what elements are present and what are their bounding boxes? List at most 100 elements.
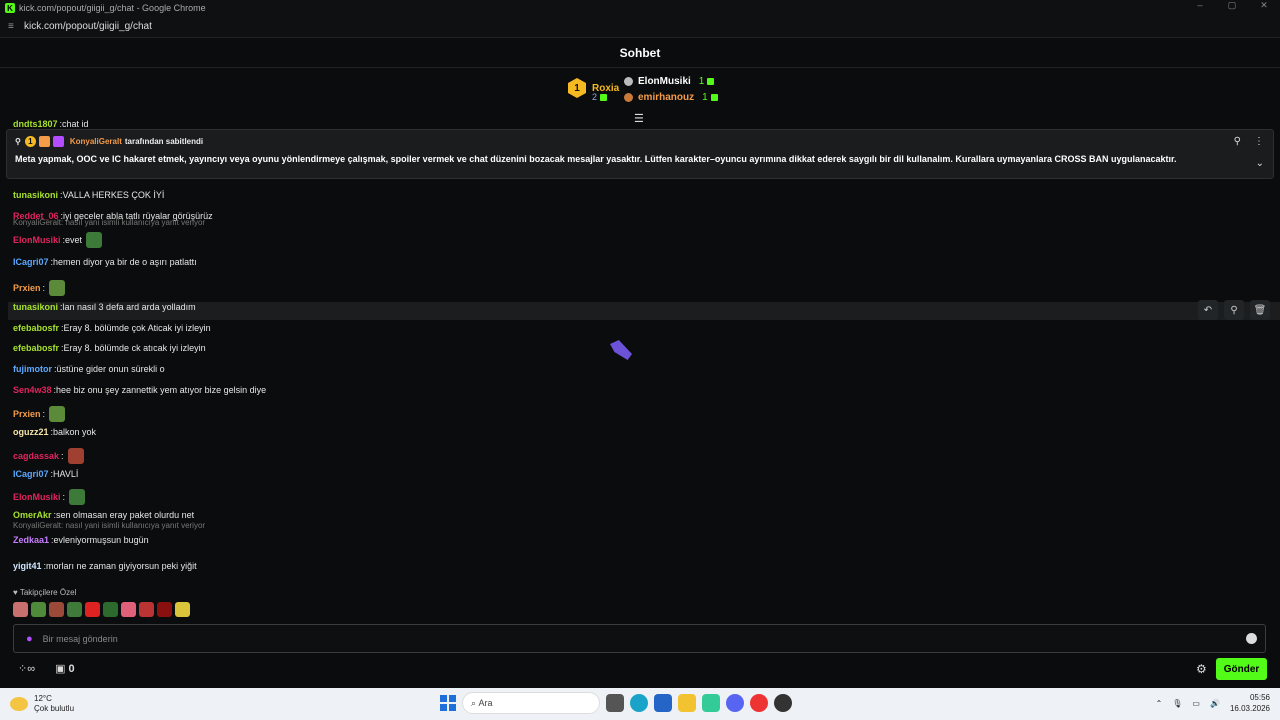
username[interactable]: tunasikoni <box>13 302 58 312</box>
chat-message: ICagri07: HAVLİ <box>13 469 79 479</box>
username[interactable]: Prxien <box>13 409 41 419</box>
username[interactable]: dndts1807 <box>13 119 58 129</box>
leader-second[interactable]: ElonMusiki 1 <box>624 76 715 87</box>
gear-icon[interactable]: ⚙ <box>1196 662 1207 676</box>
emote-icon[interactable] <box>13 602 28 617</box>
emote-icon[interactable] <box>49 280 66 296</box>
emote-icon[interactable] <box>67 602 82 617</box>
input-placeholder[interactable]: Bir mesaj gönderin <box>43 634 118 644</box>
leader-name[interactable]: emirhanouz <box>638 92 694 103</box>
message-text: hemen diyor ya bir de o aşırı patlattı <box>53 257 197 267</box>
gifter-badge-icon: 1 <box>24 136 36 147</box>
message-text: evet <box>65 235 83 245</box>
temperature: 12°C <box>34 694 52 703</box>
emote-icon[interactable] <box>69 489 86 505</box>
store-icon[interactable] <box>654 694 672 712</box>
username[interactable]: ICagri07 <box>13 469 49 479</box>
leader-count: 1 <box>698 76 705 87</box>
close-button[interactable]: ✕ <box>1248 0 1280 11</box>
emote-icon[interactable] <box>49 406 66 422</box>
weather-widget[interactable]: 12°C Çok bulutlu <box>10 694 74 714</box>
volume-icon[interactable]: 🔊 <box>1210 699 1220 708</box>
taskbar-search[interactable]: ⌕ Ara <box>462 692 600 714</box>
username[interactable]: Prxien <box>13 283 41 293</box>
system-tray: ⌃ 🎙 ▭ 🔊 05:56 16.03.2026 <box>1156 692 1270 714</box>
unpin-icon[interactable]: ⚲ <box>1234 136 1241 147</box>
delete-icon[interactable]: 🗑 <box>1250 300 1270 320</box>
emote-icon[interactable] <box>175 602 190 617</box>
chat-message: ElonMusiki: evet <box>13 232 103 248</box>
username[interactable]: fujimotor <box>13 364 52 374</box>
username[interactable]: efebabosfr <box>13 323 59 333</box>
leader-first[interactable]: 1 Roxia 2 <box>568 78 619 102</box>
minimize-button[interactable]: – <box>1184 0 1216 11</box>
app-icon[interactable] <box>702 694 720 712</box>
emote-icon[interactable] <box>85 602 100 617</box>
chevron-up-icon[interactable]: ⌃ <box>1156 699 1163 708</box>
username[interactable]: ElonMusiki <box>13 235 61 245</box>
emoji-icon[interactable] <box>1246 633 1257 644</box>
emote-icon[interactable] <box>49 602 64 617</box>
reply-context[interactable]: KonyaliGeralt: nasıl yani isimli kullanı… <box>13 521 205 530</box>
address-bar[interactable]: ≡ kick.com/popout/giigii_g/chat <box>0 16 1280 38</box>
emote-icon[interactable] <box>103 602 118 617</box>
mic-icon[interactable]: 🎙 <box>1172 699 1182 708</box>
reply-icon[interactable]: ↶ <box>1198 300 1218 320</box>
emote-icon[interactable] <box>67 448 84 464</box>
start-icon[interactable] <box>440 695 456 711</box>
store-count[interactable]: ▣ 0 <box>55 662 75 675</box>
username[interactable]: cagdassak <box>13 451 59 461</box>
username[interactable]: Zedkaa1 <box>13 535 49 545</box>
send-button[interactable]: Gönder <box>1216 658 1267 680</box>
leader-third[interactable]: emirhanouz 1 <box>624 92 718 103</box>
chrome-icon[interactable] <box>750 694 768 712</box>
username[interactable]: ICagri07 <box>13 257 49 267</box>
chat-message: Sen4w38: hee biz onu şey zannettik yem a… <box>13 385 267 395</box>
folder-icon[interactable] <box>678 694 696 712</box>
pin-icon[interactable]: ⚲ <box>1224 300 1244 320</box>
url-text[interactable]: kick.com/popout/giigii_g/chat <box>24 21 152 32</box>
chat-message: OmerAkr: sen olmasan eray paket olurdu n… <box>13 510 195 520</box>
discord-icon[interactable] <box>726 694 744 712</box>
pinned-message: ⚲ 1 KonyaliGeralt tarafından sabitlendi … <box>6 129 1274 179</box>
username[interactable]: yigit41 <box>13 561 42 571</box>
username[interactable]: Sen4w38 <box>13 385 52 395</box>
chevron-down-icon[interactable]: ⌄ <box>1256 158 1264 169</box>
maximize-button[interactable]: ▢ <box>1216 0 1248 11</box>
hover-highlight <box>8 302 1280 320</box>
window-titlebar: K kick.com/popout/giigii_g/chat - Google… <box>0 0 1280 16</box>
pinned-by[interactable]: KonyaliGeralt <box>70 137 122 146</box>
reply-context[interactable]: KonyaliGeralt: nasıl yani isimli kullanı… <box>13 218 205 227</box>
pinned-text: Meta yapmak, OOC ve IC hakaret etmek, ya… <box>15 154 1177 164</box>
chat-footer: ⁘∞ ▣ 0 ⚙ Gönder <box>0 657 1280 683</box>
chat-message: dndts1807: chat id <box>13 119 89 129</box>
wifi-icon[interactable]: ▭ <box>1192 699 1200 708</box>
emote-icon[interactable] <box>86 232 103 248</box>
message-text: Eray 8. bölümde ck atıcak iyi izleyin <box>63 343 206 353</box>
kicks-icon[interactable]: ⁘∞ <box>18 662 35 675</box>
chat-message: Prxien: <box>13 280 66 296</box>
emote-icon[interactable] <box>121 602 136 617</box>
mic-icon[interactable]: ● <box>26 633 33 645</box>
app-icon[interactable] <box>774 694 792 712</box>
username[interactable]: ElonMusiki <box>13 492 61 502</box>
emote-icon[interactable] <box>157 602 172 617</box>
task-view-icon[interactable] <box>606 694 624 712</box>
chat-message: tunasikoni: lan nasıl 3 defa ard arda yo… <box>13 302 196 312</box>
emote-icon[interactable] <box>139 602 154 617</box>
clock[interactable]: 05:56 16.03.2026 <box>1230 692 1270 714</box>
username[interactable]: efebabosfr <box>13 343 59 353</box>
message-input[interactable]: ● Bir mesaj gönderin <box>13 624 1266 653</box>
username[interactable]: tunasikoni <box>13 190 58 200</box>
chat-message: Prxien: <box>13 406 66 422</box>
leader-name[interactable]: ElonMusiki <box>638 76 691 87</box>
username[interactable]: oguzz21 <box>13 427 49 437</box>
window-title: kick.com/popout/giigii_g/chat - Google C… <box>19 3 206 13</box>
emote-icon[interactable] <box>31 602 46 617</box>
edge-icon[interactable] <box>630 694 648 712</box>
cloud-icon <box>10 697 28 711</box>
message-text: üstüne gider onun sürekli o <box>56 364 165 374</box>
site-settings-icon[interactable]: ≡ <box>8 21 18 32</box>
more-options-icon[interactable]: ⋮ <box>1254 136 1264 147</box>
username[interactable]: OmerAkr <box>13 510 52 520</box>
